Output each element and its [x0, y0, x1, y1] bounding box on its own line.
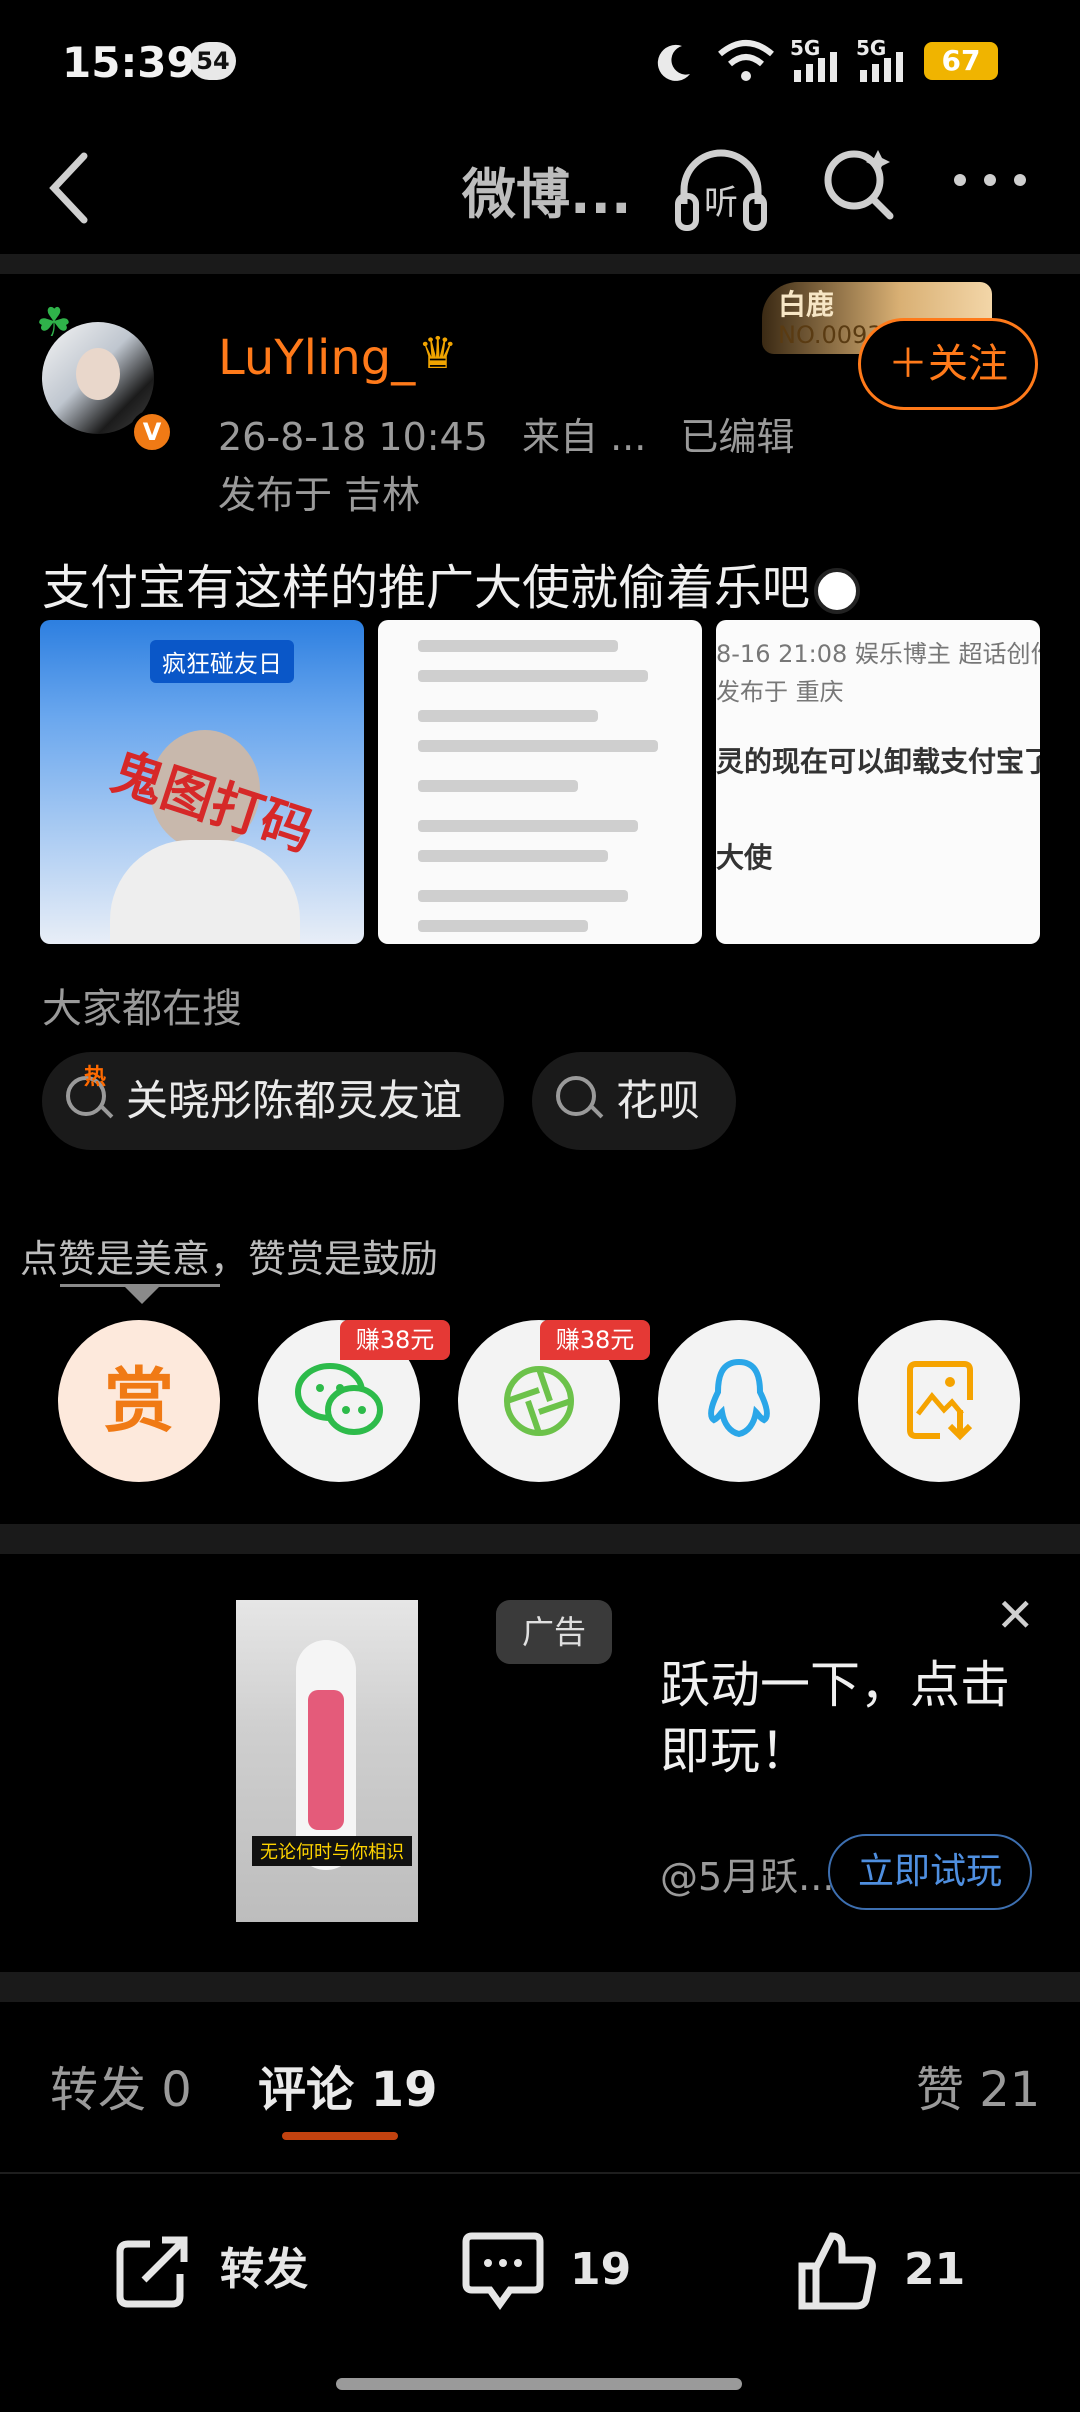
- tab-repost[interactable]: 转发 0: [50, 2050, 192, 2120]
- search-chip-1-label: 关晓彤陈都灵友谊: [126, 1076, 463, 1125]
- divider: [0, 254, 1080, 274]
- earn-badge-wechat: 赚38元: [340, 1320, 450, 1360]
- tab-comments[interactable]: 评论 19: [258, 2050, 438, 2120]
- ad-handle[interactable]: @5月跃...: [660, 1846, 834, 1901]
- ad-tag: 广告: [496, 1600, 612, 1664]
- ad-caption: 无论何时与你相识: [252, 1836, 412, 1866]
- thumbs-up-icon: [798, 2232, 876, 2310]
- divider: [0, 2172, 1080, 2174]
- username[interactable]: LuYling_: [218, 330, 415, 386]
- fan-badge-title: 白鹿: [778, 288, 835, 321]
- post-image-3[interactable]: 8-16 21:08 娱乐博主 超话创作官（... 发布于 重庆 灵的现在可以卸…: [716, 620, 1040, 944]
- reward-pointer: [124, 1286, 160, 1304]
- clover-icon: ☘: [36, 300, 72, 346]
- divider: [0, 1524, 1080, 1554]
- share-out-icon: [116, 2236, 188, 2308]
- verified-badge: V: [130, 410, 174, 454]
- post-text: 支付宝有这样的推广大使就偷着乐吧: [42, 548, 861, 618]
- earn-badge-moments: 赚38元: [540, 1320, 650, 1360]
- like-count: 21: [904, 2244, 966, 2295]
- try-now-button[interactable]: 立即试玩: [828, 1834, 1032, 1910]
- status-time: 15:39: [62, 38, 196, 87]
- image3-text2: 大使: [716, 841, 773, 874]
- moon-icon: [657, 44, 690, 81]
- status-bar: 15:39 54 5G 5G 67: [0, 0, 1080, 120]
- image3-meta: 8-16 21:08 娱乐博主 超话创作官（...: [716, 640, 1040, 668]
- save-image-icon: [907, 1361, 973, 1441]
- ad-image[interactable]: 无论何时与你相识: [236, 1600, 418, 1922]
- image3-location: 发布于 重庆: [716, 678, 844, 706]
- listen-label: 听: [704, 183, 738, 223]
- repost-label: 转发: [220, 2244, 308, 2295]
- post-image-2[interactable]: [378, 620, 702, 944]
- battery-indicator: 67: [924, 42, 998, 80]
- search-icon: [556, 1076, 596, 1116]
- post-text-content: 支付宝有这样的推广大使就偷着乐吧: [42, 560, 811, 616]
- notification-count-badge: 54: [190, 42, 236, 80]
- ad-title[interactable]: 跃动一下，点击即玩！: [660, 1652, 1040, 1784]
- tab-likes[interactable]: 赞 21: [916, 2050, 1040, 2120]
- panda-emoji-icon: [814, 568, 861, 614]
- wifi-icon: [718, 40, 774, 81]
- wechat-icon: [295, 1363, 383, 1435]
- comment-count: 19: [570, 2244, 632, 2295]
- signal-icon: [794, 52, 837, 82]
- reward-button[interactable]: 赏: [58, 1320, 220, 1482]
- image3-text: 灵的现在可以卸载支付宝了: [716, 745, 1040, 778]
- follow-button[interactable]: ＋关注: [858, 318, 1038, 410]
- home-indicator[interactable]: [336, 2378, 742, 2390]
- post-image-1[interactable]: 疯狂碰友日 鬼图打码: [40, 620, 364, 944]
- reward-hint: 点赞是美意，赞赏是鼓励: [20, 1237, 439, 1281]
- close-icon[interactable]: ✕: [996, 1588, 1035, 1642]
- trending-search-label: 大家都在搜: [42, 986, 242, 1032]
- search-chip-1[interactable]: 热 关晓彤陈都灵友谊: [42, 1052, 504, 1150]
- hot-label: 热: [84, 1065, 107, 1090]
- back-arrow-icon[interactable]: [40, 150, 100, 226]
- more-options-icon[interactable]: [950, 170, 1030, 190]
- post-source[interactable]: 来自 ...: [522, 415, 646, 459]
- comment-bubble-icon: [462, 2232, 544, 2311]
- active-tab-indicator: [282, 2132, 398, 2140]
- page-title: 微博...: [462, 163, 632, 226]
- qq-penguin-icon: [708, 1358, 770, 1438]
- search-chip-2[interactable]: 花呗: [532, 1052, 736, 1150]
- share-qq-button[interactable]: [658, 1320, 820, 1482]
- moments-aperture-icon: [504, 1366, 574, 1436]
- search-spark-icon[interactable]: [820, 144, 896, 220]
- save-image-button[interactable]: [858, 1320, 1020, 1482]
- signal-icon-2: [860, 52, 903, 82]
- listen-headphones-icon[interactable]: 听: [674, 144, 768, 234]
- divider: [0, 1972, 1080, 2002]
- ad-scarf: [308, 1690, 344, 1830]
- search-chip-2-label: 花呗: [616, 1076, 701, 1125]
- post-time: 26-8-18 10:45: [218, 415, 488, 459]
- post-edited: 已编辑: [680, 415, 795, 459]
- crown-icon: ♛: [418, 328, 458, 379]
- post-meta: 26-8-18 10:45 来自 ... 已编辑: [218, 406, 794, 461]
- post-location: 发布于 吉林: [218, 473, 421, 517]
- reward-label: 赏: [104, 1360, 174, 1442]
- image-tag: 疯狂碰友日: [150, 640, 294, 683]
